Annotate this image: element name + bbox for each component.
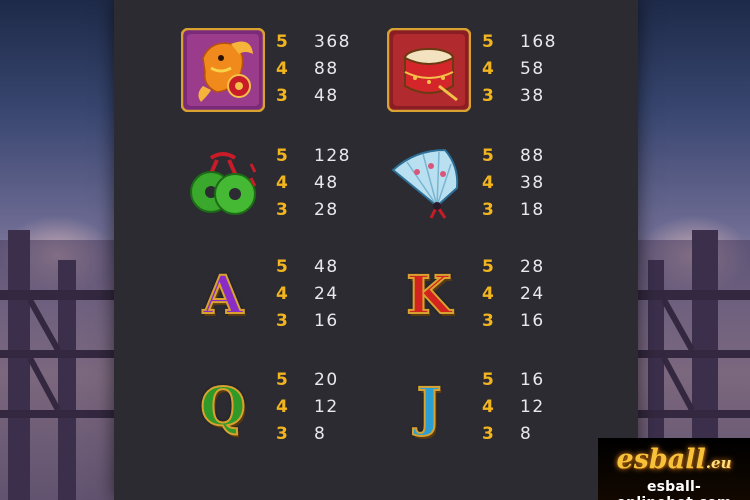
jade-coins-icon <box>178 141 268 231</box>
bridge-silhouette-left <box>0 230 114 500</box>
match-count: 4 <box>276 173 290 193</box>
folding-fan-icon <box>384 141 474 231</box>
match-count: 4 <box>276 59 290 79</box>
paytable-entry: 5 368 4 88 3 48 <box>178 25 398 115</box>
game-scene: 5 368 4 88 3 48 5 168 4 58 3 38 5 128 4 … <box>0 0 750 500</box>
paytable-entry: 5 168 4 58 3 38 <box>384 25 604 115</box>
background-right-scenery <box>638 0 750 500</box>
match-count: 3 <box>482 86 496 106</box>
watermark-site: esball-onlinebet.com <box>616 479 731 500</box>
payout-value: 48 <box>314 86 339 106</box>
payout-value: 16 <box>314 311 339 331</box>
match-count: 5 <box>482 257 496 277</box>
match-count: 4 <box>482 397 496 417</box>
letter-k-icon: K <box>384 251 474 341</box>
payout-value: 88 <box>314 59 339 79</box>
match-count: 5 <box>482 32 496 52</box>
payout-value: 12 <box>314 397 339 417</box>
match-count: 5 <box>276 32 290 52</box>
payout-value: 28 <box>314 200 339 220</box>
paytable-panel: 5 368 4 88 3 48 5 168 4 58 3 38 5 128 4 … <box>114 0 638 500</box>
paytable-entry: K 5 28 4 24 3 16 <box>384 251 604 341</box>
payout-value: 368 <box>314 32 351 52</box>
match-count: 5 <box>482 146 496 166</box>
paytable-entry: 5 128 4 48 3 28 <box>178 141 398 231</box>
koi-fish-icon <box>178 25 268 115</box>
match-count: 4 <box>482 173 496 193</box>
paytable-entry: A 5 48 4 24 3 16 <box>178 251 398 341</box>
payout-value: 24 <box>314 284 339 304</box>
payout-value: 20 <box>314 370 339 390</box>
match-count: 4 <box>482 59 496 79</box>
payout-value: 28 <box>520 257 545 277</box>
match-count: 5 <box>276 370 290 390</box>
payout-value: 88 <box>520 146 545 166</box>
payout-value: 58 <box>520 59 545 79</box>
match-count: 4 <box>276 284 290 304</box>
letter-q-icon: Q <box>178 363 268 453</box>
match-count: 5 <box>276 146 290 166</box>
match-count: 3 <box>482 200 496 220</box>
background-left-scenery <box>0 0 114 500</box>
symbol-letter: K <box>405 265 452 326</box>
match-count: 4 <box>482 284 496 304</box>
payout-value: 18 <box>520 200 545 220</box>
payout-value: 8 <box>520 424 533 444</box>
symbol-letter: Q <box>199 377 246 438</box>
payout-value: 16 <box>520 311 545 331</box>
payout-value: 12 <box>520 397 545 417</box>
symbol-letter: J <box>416 377 443 438</box>
payout-value: 16 <box>520 370 545 390</box>
drum-icon <box>384 25 474 115</box>
match-count: 3 <box>276 200 290 220</box>
match-count: 3 <box>482 311 496 331</box>
letter-j-icon: J <box>384 363 474 453</box>
match-count: 3 <box>276 311 290 331</box>
payout-value: 38 <box>520 173 545 193</box>
watermark-brand-suffix: .eu <box>705 454 732 472</box>
payout-value: 168 <box>520 32 557 52</box>
match-count: 3 <box>276 424 290 444</box>
match-count: 5 <box>276 257 290 277</box>
payout-value: 8 <box>314 424 327 444</box>
match-count: 3 <box>276 86 290 106</box>
payout-value: 24 <box>520 284 545 304</box>
match-count: 3 <box>482 424 496 444</box>
watermark-brand-name: esball <box>616 444 706 475</box>
symbol-letter: A <box>202 265 244 326</box>
watermark-brand: esball.eu <box>598 444 750 475</box>
match-count: 5 <box>482 370 496 390</box>
payout-value: 128 <box>314 146 351 166</box>
payout-value: 48 <box>314 173 339 193</box>
letter-a-icon: A <box>178 251 268 341</box>
paytable-entry: J 5 16 4 12 3 8 <box>384 363 604 453</box>
match-count: 4 <box>276 397 290 417</box>
paytable-entry: Q 5 20 4 12 3 8 <box>178 363 398 453</box>
payout-value: 48 <box>314 257 339 277</box>
esball-watermark-logo: esball.eu esball-onlinebet.com <box>597 438 750 500</box>
paytable-entry: 5 88 4 38 3 18 <box>384 141 604 231</box>
payout-value: 38 <box>520 86 545 106</box>
